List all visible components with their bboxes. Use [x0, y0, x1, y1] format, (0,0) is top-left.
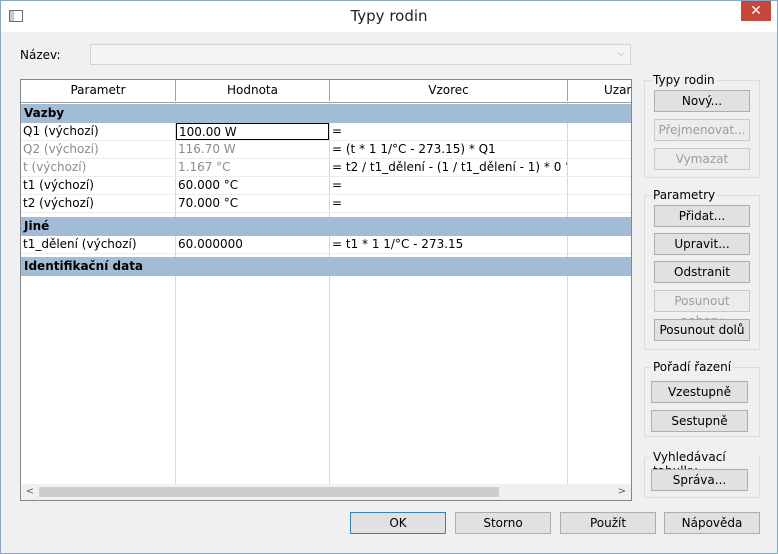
- horizontal-scrollbar[interactable]: < >: [21, 484, 631, 500]
- param-name: t1_dělení (výchozí): [23, 237, 137, 251]
- param-name: t1 (výchozí): [23, 178, 94, 192]
- table-row[interactable]: t2 (výchozí) 70.000 °C =: [21, 195, 631, 213]
- param-name: t (výchozí): [23, 160, 87, 174]
- name-combo[interactable]: ⌵: [90, 44, 631, 65]
- delete-type-button[interactable]: Vymazat: [654, 148, 750, 170]
- header-parameter[interactable]: Parametr: [21, 80, 176, 101]
- param-name: Q2 (výchozí): [23, 142, 99, 156]
- new-type-button[interactable]: Nový...: [654, 90, 750, 112]
- table-row[interactable]: t1 (výchozí) 60.000 °C =: [21, 177, 631, 195]
- modify-parameter-button[interactable]: Upravit...: [654, 233, 750, 255]
- add-parameter-button[interactable]: Přidat...: [654, 205, 750, 227]
- header-locked[interactable]: Uzam: [568, 80, 631, 101]
- family-types-dialog: Typy rodin ✕ Název: ⌵ Parametr Hodnota V…: [0, 0, 778, 554]
- apply-button[interactable]: Použít: [560, 512, 656, 534]
- table-row[interactable]: t1_dělení (výchozí) 60.000000 = t1 * 1 1…: [21, 236, 631, 254]
- group-title: Parametry: [651, 188, 718, 202]
- sort-ascending-button[interactable]: Vzestupně: [651, 381, 748, 403]
- name-label: Název:: [20, 48, 61, 62]
- group-other[interactable]: Jiné: [21, 217, 631, 236]
- table-row[interactable]: t (výchozí) 1.167 °C = t2 / t1_dělení - …: [21, 159, 631, 177]
- value-cell: 1.167 °C: [178, 160, 231, 174]
- table-row[interactable]: Q2 (výchozí) 116.70 W = (t * 1 1/°C - 27…: [21, 141, 631, 159]
- grid-header: Parametr Hodnota Vzorec Uzam: [21, 80, 631, 103]
- scroll-right-icon[interactable]: >: [615, 485, 629, 499]
- value-input[interactable]: 100.00 W: [176, 123, 329, 140]
- remove-parameter-button[interactable]: Odstranit: [654, 261, 750, 283]
- parameters-grid: Parametr Hodnota Vzorec Uzam Vazby Q1 (v…: [20, 79, 632, 501]
- group-constraints[interactable]: Vazby: [21, 104, 631, 123]
- sort-descending-button[interactable]: Sestupně: [651, 410, 748, 432]
- rename-type-button[interactable]: Přejmenovat...: [654, 119, 750, 141]
- move-down-button[interactable]: Posunout dolů: [654, 319, 750, 341]
- cancel-button[interactable]: Storno: [455, 512, 551, 534]
- manage-lookup-button[interactable]: Správa...: [651, 469, 748, 491]
- table-row[interactable]: Q1 (výchozí) 100.00 W =: [21, 123, 631, 141]
- move-up-button[interactable]: Posunout nahoru: [654, 290, 750, 328]
- scroll-left-icon[interactable]: <: [23, 485, 37, 499]
- value-cell: 116.70 W: [178, 142, 236, 156]
- formula-cell[interactable]: =: [330, 195, 567, 212]
- close-button[interactable]: ✕: [741, 1, 771, 21]
- scrollbar-thumb[interactable]: [39, 487, 499, 497]
- value-cell[interactable]: 70.000 °C: [176, 195, 329, 212]
- param-name: Q1 (výchozí): [23, 124, 99, 138]
- title-bar: Typy rodin ✕: [1, 1, 777, 32]
- header-formula[interactable]: Vzorec: [330, 80, 568, 101]
- value-cell[interactable]: 60.000000: [176, 236, 329, 253]
- param-name: t2 (výchozí): [23, 196, 94, 210]
- formula-cell[interactable]: =: [330, 177, 567, 194]
- value-cell[interactable]: 60.000 °C: [176, 177, 329, 194]
- help-button[interactable]: Nápověda: [664, 512, 760, 534]
- window-title: Typy rodin: [350, 7, 428, 25]
- group-title: Typy rodin: [651, 73, 717, 87]
- group-title: Pořadí řazení: [651, 360, 734, 374]
- header-value[interactable]: Hodnota: [176, 80, 330, 101]
- group-identity-data[interactable]: Identifikační data: [21, 257, 631, 276]
- ok-button[interactable]: OK: [350, 512, 446, 534]
- chevron-down-icon: ⌵: [617, 48, 625, 59]
- formula-cell[interactable]: = t1 * 1 1/°C - 273.15: [330, 236, 567, 253]
- formula-cell[interactable]: = (t * 1 1/°C - 273.15) * Q1: [330, 141, 567, 158]
- formula-cell[interactable]: =: [330, 123, 567, 140]
- formula-cell[interactable]: = t2 / t1_dělení - (1 / t1_dělení - 1) *…: [330, 159, 567, 176]
